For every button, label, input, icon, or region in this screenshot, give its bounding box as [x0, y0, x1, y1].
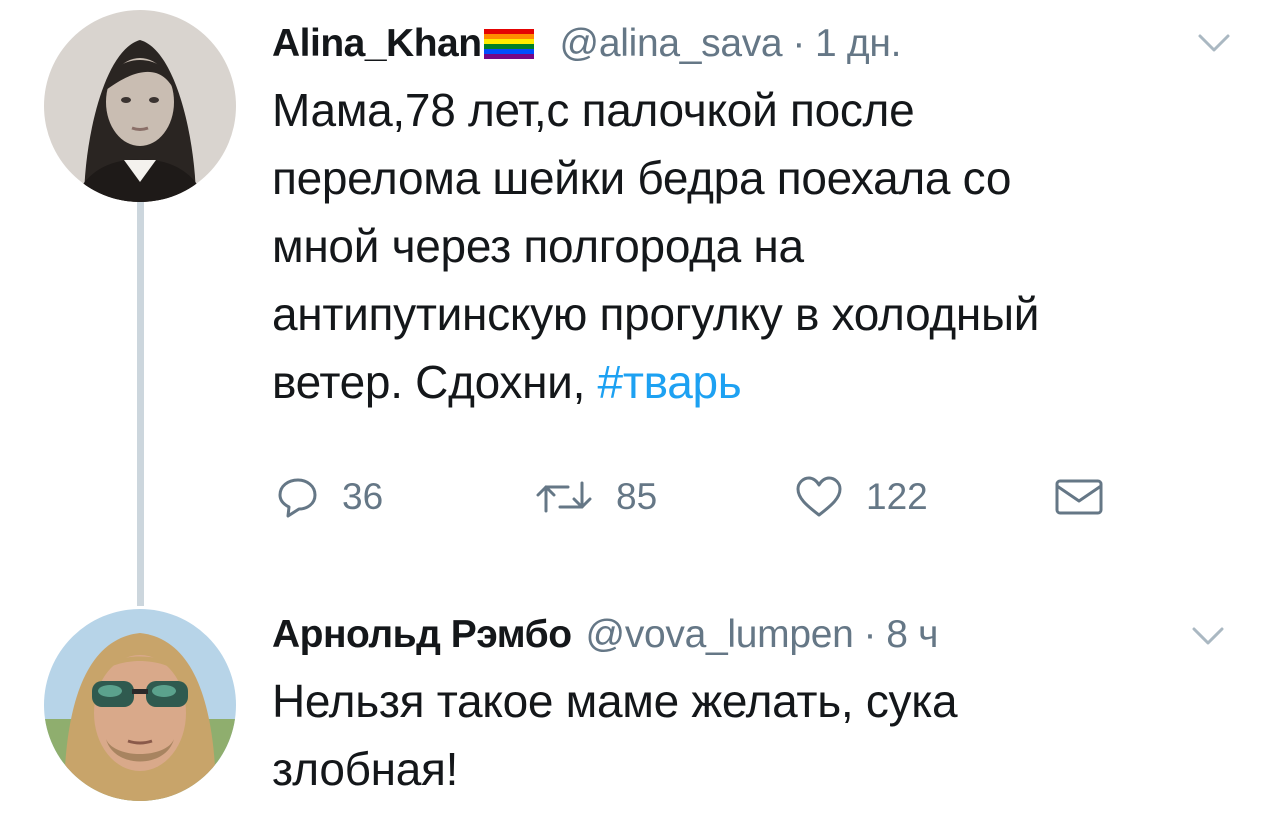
avatar-alina[interactable]: [44, 10, 236, 202]
tweet-header: Alina_Khan @alina_sava · 1 дн.: [272, 14, 1232, 74]
header-separator: ·: [863, 613, 877, 656]
reply-icon: [278, 478, 317, 518]
like-count: 122: [866, 476, 928, 517]
tweet-text-line: Мама,78 лет,с палочкой после: [272, 84, 915, 136]
author-name[interactable]: Арнольд Рэмбо: [272, 613, 572, 657]
chevron-down-icon[interactable]: [1190, 621, 1226, 651]
thread-connector-line: [137, 202, 144, 606]
header-separator: ·: [792, 22, 805, 65]
reply-count: 36: [342, 476, 384, 517]
tweet-alina[interactable]: Alina_Khan @alina_sava · 1 дн. Мама,78 л…: [272, 14, 1232, 518]
tweet-text-segment: ветер. Сдохни,: [272, 356, 598, 408]
tweet-timestamp[interactable]: 8 ч: [886, 613, 938, 657]
reply-button[interactable]: 36: [276, 472, 383, 522]
avatar-image: [44, 609, 236, 801]
like-icon: [796, 476, 842, 517]
tweet-timestamp[interactable]: 1 дн.: [815, 22, 901, 66]
hashtag-link[interactable]: #тварь: [598, 356, 742, 408]
avatar-arnold[interactable]: [44, 609, 236, 801]
tweet-text-line: ветер. Сдохни, #тварь: [272, 348, 1232, 416]
like-button[interactable]: 122: [794, 472, 928, 522]
tweet-actions: 36 85 122: [272, 472, 1132, 522]
author-name[interactable]: Alina_Khan: [272, 22, 482, 66]
direct-message-icon: [1055, 479, 1103, 515]
chevron-down-icon[interactable]: [1196, 28, 1232, 58]
tweet-text: Мама,78 лет,с палочкой после перелома ше…: [272, 76, 1232, 416]
retweet-count: 85: [616, 476, 658, 517]
tweet-text-line: антипутинскую прогулку в холодный: [272, 288, 1040, 340]
tweet-text-line: перелома шейки бедра поехала со: [272, 152, 1012, 204]
author-handle[interactable]: @vova_lumpen: [586, 613, 854, 657]
tweet-text-line: Нельзя такое маме желать, сука: [272, 675, 958, 727]
rainbow-flag-icon: [483, 29, 534, 59]
tweet-text-line: злобная!: [272, 743, 459, 795]
direct-message-button[interactable]: [1054, 472, 1126, 522]
tweet-header: Арнольд Рэмбо @vova_lumpen · 8 ч: [272, 605, 1232, 665]
tweet-text-line: мной через полгорода на: [272, 220, 804, 272]
avatar-image: [44, 10, 236, 202]
retweet-button[interactable]: 85: [534, 472, 657, 522]
author-handle[interactable]: @alina_sava: [560, 22, 783, 66]
tweet-text: Нельзя такое маме желать, сука злобная!: [272, 667, 1232, 803]
retweet-icon: [536, 481, 592, 513]
tweet-arnold[interactable]: Арнольд Рэмбо @vova_lumpen · 8 ч Нельзя …: [272, 605, 1232, 803]
